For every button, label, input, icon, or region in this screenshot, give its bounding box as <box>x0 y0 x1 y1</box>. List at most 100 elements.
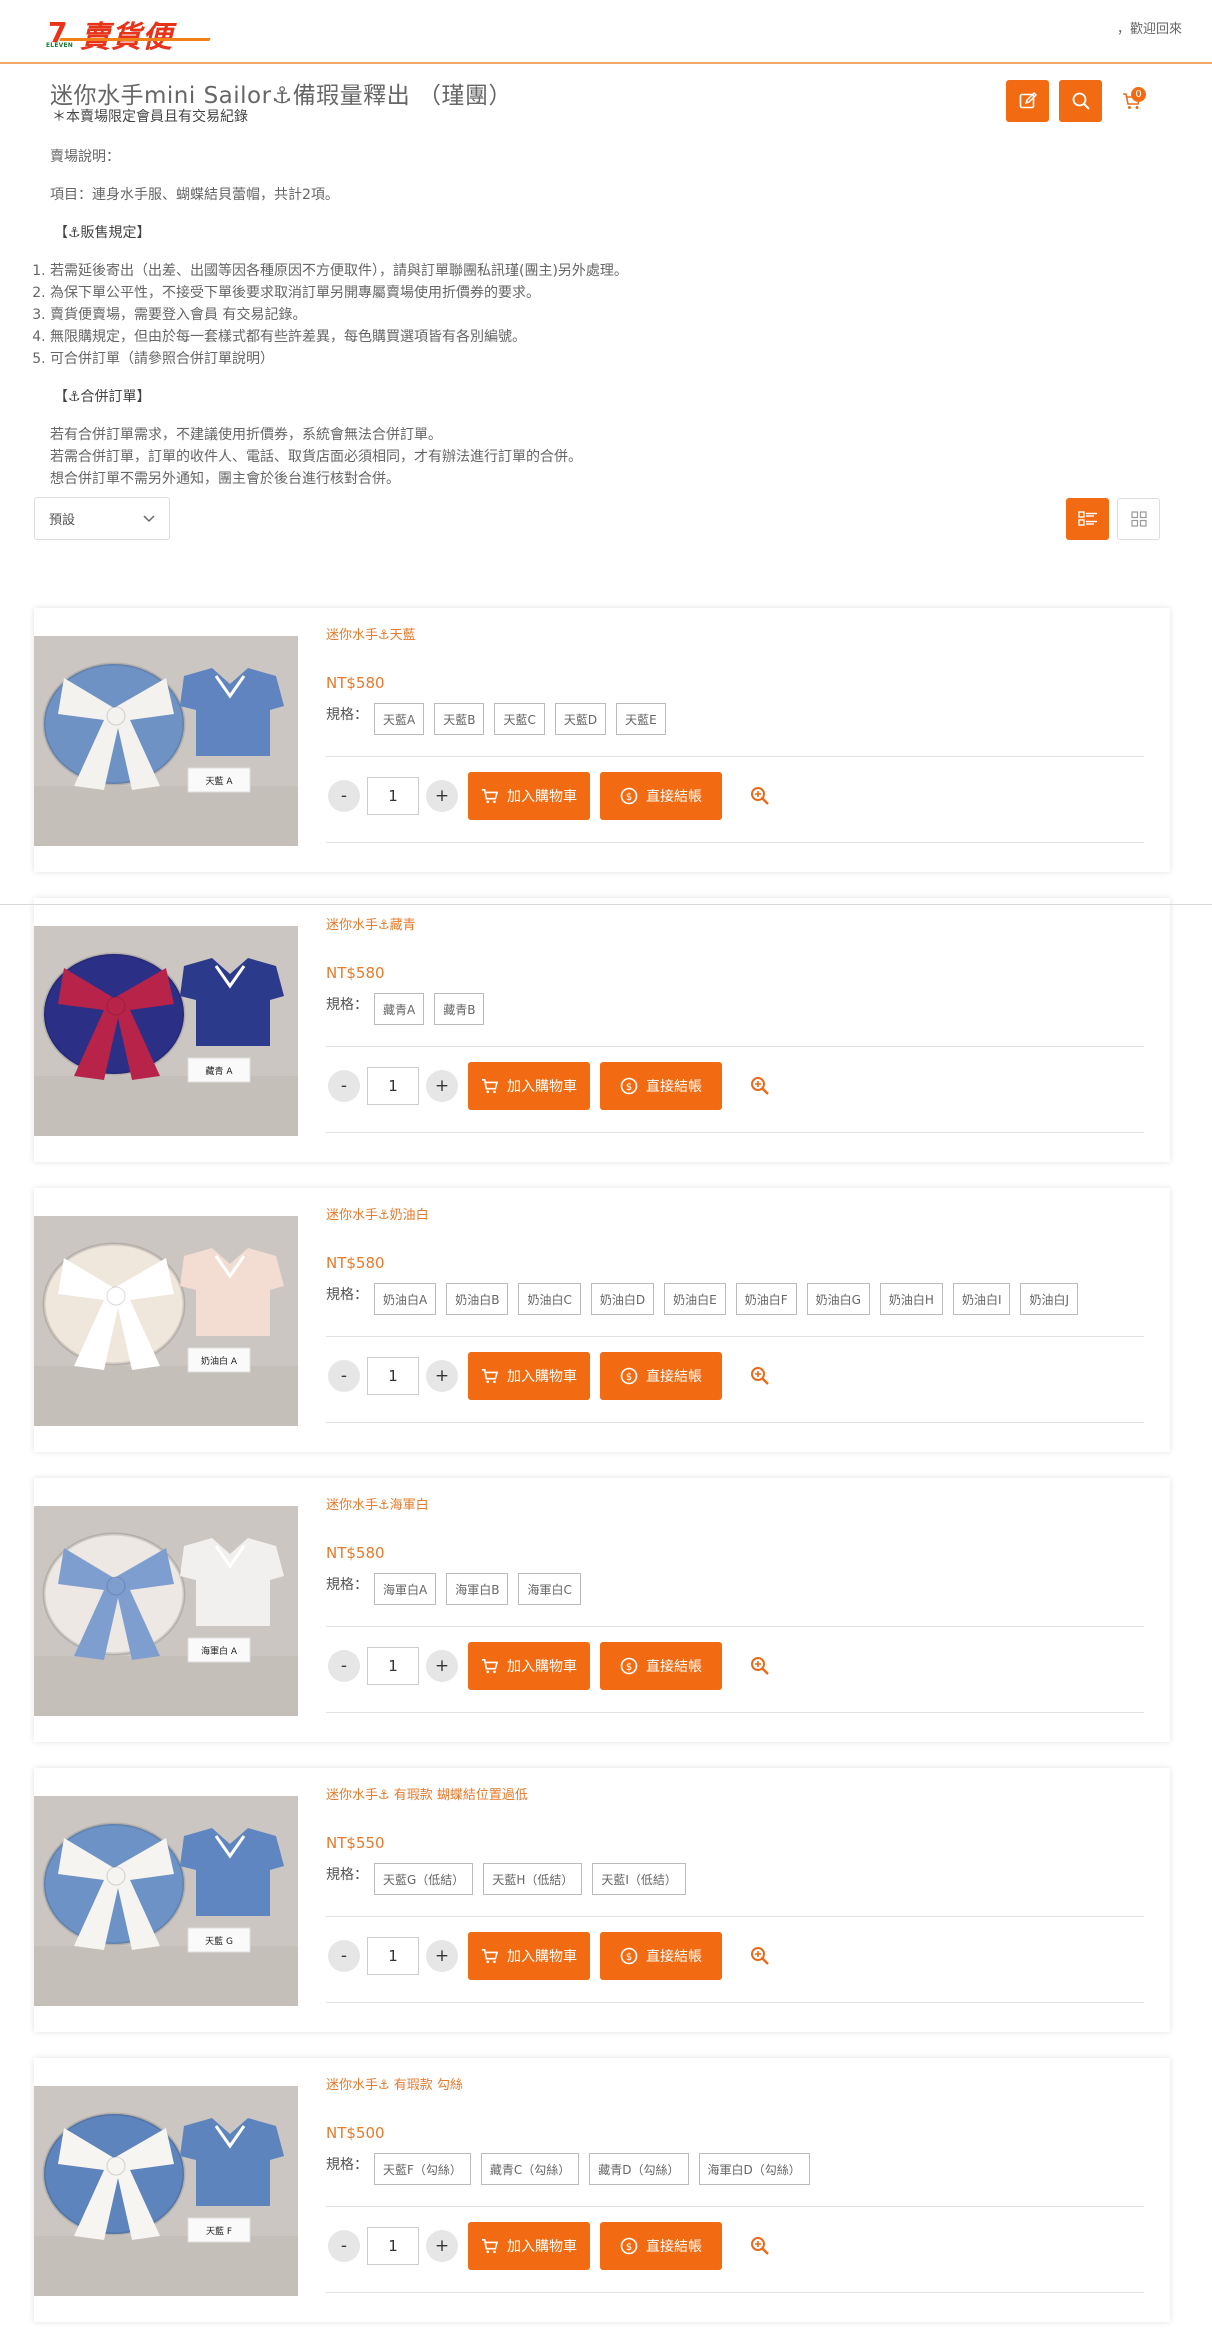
product-name[interactable]: 迷你水手⚓藏青 <box>326 914 416 933</box>
zoom-button[interactable] <box>749 1075 771 1097</box>
product-name[interactable]: 迷你水手⚓天藍 <box>326 624 416 643</box>
spec-option[interactable]: 藏青A <box>374 993 425 1025</box>
add-to-cart-button[interactable]: 加入購物車 <box>468 1062 590 1110</box>
add-to-cart-button[interactable]: 加入購物車 <box>468 1642 590 1690</box>
checkout-button[interactable]: $ 直接結帳 <box>600 1642 722 1690</box>
product-name[interactable]: 迷你水手⚓海軍白 <box>326 1494 429 1513</box>
spec-option[interactable]: 奶油白A <box>374 1283 437 1315</box>
qty-input[interactable]: 1 <box>367 2227 419 2265</box>
zoom-button[interactable] <box>749 785 771 807</box>
qty-decrease-button[interactable]: - <box>328 1360 360 1392</box>
cart-icon <box>482 1078 499 1094</box>
qty-increase-button[interactable]: + <box>426 1070 458 1102</box>
product-photo[interactable]: 藏青 A <box>34 926 298 1136</box>
qty-decrease-button[interactable]: - <box>328 1940 360 1972</box>
grid-view-button[interactable] <box>1117 498 1160 540</box>
list-view-button[interactable] <box>1066 498 1109 540</box>
svg-text:$: $ <box>626 1372 632 1383</box>
spec-option[interactable]: 藏青D（勾絲） <box>589 2153 689 2185</box>
qty-input[interactable]: 1 <box>367 1357 419 1395</box>
product-photo[interactable]: 海軍白 A <box>34 1506 298 1716</box>
spec-option[interactable]: 天藍E <box>616 703 666 735</box>
spec-option[interactable]: 天藍A <box>374 703 425 735</box>
divider <box>326 2002 1144 2003</box>
spec-option[interactable]: 天藍B <box>434 703 485 735</box>
spec-option[interactable]: 天藍F（勾絲） <box>374 2153 471 2185</box>
spec-option[interactable]: 天藍G（低結） <box>374 1863 474 1895</box>
checkout-button[interactable]: $ 直接結帳 <box>600 1352 722 1400</box>
spec-option[interactable]: 奶油白B <box>446 1283 509 1315</box>
checkout-button[interactable]: $ 直接結帳 <box>600 1932 722 1980</box>
qty-increase-button[interactable]: + <box>426 1940 458 1972</box>
zoom-button[interactable] <box>749 2235 771 2257</box>
add-to-cart-button[interactable]: 加入購物車 <box>468 2222 590 2270</box>
spec-option[interactable]: 奶油白I <box>952 1283 1011 1315</box>
spec-option[interactable]: 天藍I（低結） <box>592 1863 686 1895</box>
spec-option[interactable]: 天藍H（低結） <box>483 1863 583 1895</box>
cart-button[interactable]: 0 <box>1112 80 1152 122</box>
spec-option[interactable]: 奶油白F <box>735 1283 797 1315</box>
product-photo[interactable]: 奶油白 A <box>34 1216 298 1426</box>
qty-decrease-button[interactable]: - <box>328 2230 360 2262</box>
spec-option[interactable]: 海軍白D（勾絲） <box>698 2153 810 2185</box>
qty-increase-button[interactable]: + <box>426 2230 458 2262</box>
qty-input[interactable]: 1 <box>367 777 419 815</box>
spec-option[interactable]: 海軍白B <box>446 1573 509 1605</box>
qty-input[interactable]: 1 <box>367 1937 419 1975</box>
qty-increase-button[interactable]: + <box>426 780 458 812</box>
spec-option[interactable]: 奶油白J <box>1020 1283 1079 1315</box>
site-logo[interactable]: 7 ELEVEN 賣貨便 <box>46 14 173 55</box>
dollar-icon: $ <box>620 2237 638 2255</box>
spec-option[interactable]: 奶油白H <box>879 1283 943 1315</box>
product-name[interactable]: 迷你水手⚓ 有瑕款 勾絲 <box>326 2074 463 2093</box>
spec-option[interactable]: 天藍C <box>494 703 545 735</box>
spec-option[interactable]: 天藍D <box>554 703 607 735</box>
purchase-controls: - 1 + 加入購物車 $ 直接結帳 <box>328 1642 771 1690</box>
spec-option[interactable]: 奶油白E <box>664 1283 726 1315</box>
spec-option[interactable]: 藏青C（勾絲） <box>480 2153 580 2185</box>
page-title: 迷你水手mini Sailor⚓備瑕量釋出 （瑾團） <box>50 83 513 109</box>
product-photo[interactable]: 天藍 G <box>34 1796 298 2006</box>
product-photo[interactable]: 天藍 F <box>34 2086 298 2296</box>
top-header: 7 ELEVEN 賣貨便 ，歡迎回來 <box>0 0 1212 64</box>
checkout-button[interactable]: $ 直接結帳 <box>600 1062 722 1110</box>
zoom-button[interactable] <box>749 1945 771 1967</box>
spec-options: 天藍F（勾絲） 藏青C（勾絲） 藏青D（勾絲） 海軍白D（勾絲） <box>374 2153 810 2185</box>
cart-icon <box>482 788 499 804</box>
cart-icon <box>482 1948 499 1964</box>
product-name[interactable]: 迷你水手⚓ 有瑕款 蝴蝶結位置過低 <box>326 1784 528 1803</box>
merge-heading: 【⚓合併訂單】 <box>54 389 151 405</box>
product-photo[interactable]: 天藍 A <box>34 636 298 846</box>
add-to-cart-button[interactable]: 加入購物車 <box>468 1932 590 1980</box>
spec-option[interactable]: 奶油白C <box>518 1283 581 1315</box>
intro-label: 賣場說明： <box>50 149 120 165</box>
product-name[interactable]: 迷你水手⚓奶油白 <box>326 1204 429 1223</box>
spec-option[interactable]: 奶油白D <box>590 1283 655 1315</box>
spec-option[interactable]: 海軍白C <box>518 1573 581 1605</box>
checkout-button[interactable]: $ 直接結帳 <box>600 2222 722 2270</box>
spec-option[interactable]: 奶油白G <box>806 1283 870 1315</box>
dollar-icon: $ <box>620 1947 638 1965</box>
zoom-button[interactable] <box>749 1655 771 1677</box>
welcome-text[interactable]: ，歡迎回來 <box>1117 18 1182 37</box>
add-to-cart-button[interactable]: 加入購物車 <box>468 1352 590 1400</box>
spec-label: 規格： <box>326 707 368 723</box>
qty-increase-button[interactable]: + <box>426 1650 458 1682</box>
qty-decrease-button[interactable]: - <box>328 1070 360 1102</box>
checkout-button[interactable]: $ 直接結帳 <box>600 772 722 820</box>
zoom-button[interactable] <box>749 1365 771 1387</box>
svg-text:奶油白 A: 奶油白 A <box>201 1355 238 1367</box>
add-to-cart-button[interactable]: 加入購物車 <box>468 772 590 820</box>
qty-increase-button[interactable]: + <box>426 1360 458 1392</box>
spec-option[interactable]: 藏青B <box>434 993 485 1025</box>
purchase-controls: - 1 + 加入購物車 $ 直接結帳 <box>328 2222 771 2270</box>
search-button[interactable] <box>1059 80 1102 122</box>
edit-button[interactable] <box>1006 80 1049 122</box>
checkout-label: 直接結帳 <box>646 1079 702 1095</box>
qty-decrease-button[interactable]: - <box>328 1650 360 1682</box>
qty-input[interactable]: 1 <box>367 1647 419 1685</box>
sort-select[interactable]: 預設 <box>34 497 170 540</box>
spec-option[interactable]: 海軍白A <box>374 1573 437 1605</box>
qty-input[interactable]: 1 <box>367 1067 419 1105</box>
qty-decrease-button[interactable]: - <box>328 780 360 812</box>
